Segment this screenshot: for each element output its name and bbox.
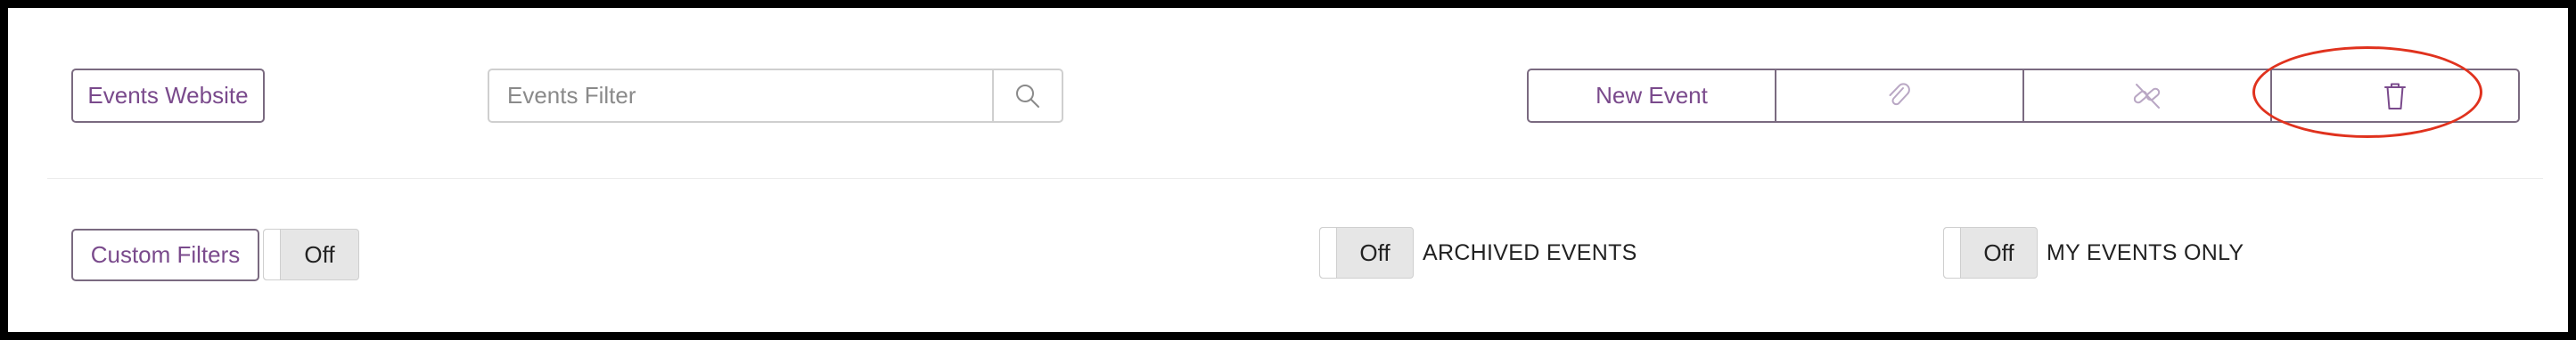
custom-filters-toggle[interactable]: Off bbox=[263, 229, 359, 280]
attach-button[interactable] bbox=[1776, 70, 2024, 121]
delete-button[interactable] bbox=[2272, 70, 2518, 121]
trash-icon bbox=[2384, 83, 2406, 109]
events-filter bbox=[488, 69, 1063, 123]
toggle-state: Off bbox=[1359, 239, 1391, 266]
toggle-knob bbox=[1944, 228, 1961, 278]
archived-events-label: ARCHIVED EVENTS bbox=[1423, 240, 1637, 265]
search-button[interactable] bbox=[992, 70, 1062, 121]
new-event-button[interactable]: New Event bbox=[1529, 70, 1776, 121]
section-divider bbox=[47, 178, 2543, 179]
events-website-button[interactable]: Events Website bbox=[71, 69, 265, 123]
paperclip-icon bbox=[1889, 82, 1910, 105]
my-events-only-toggle[interactable]: Off bbox=[1943, 227, 2038, 279]
toggle-state: Off bbox=[304, 240, 335, 268]
unlink-icon bbox=[2133, 83, 2161, 109]
toggle-state: Off bbox=[1983, 239, 2014, 266]
archived-events-toggle[interactable]: Off bbox=[1319, 227, 1414, 279]
my-events-only-label: MY EVENTS ONLY bbox=[2047, 240, 2244, 265]
events-filter-input[interactable] bbox=[489, 70, 992, 121]
custom-filters-button[interactable]: Custom Filters bbox=[71, 229, 259, 281]
unlink-button[interactable] bbox=[2024, 70, 2272, 121]
toggle-knob bbox=[1320, 228, 1337, 278]
toggle-knob bbox=[264, 230, 281, 279]
event-actions-group: New Event bbox=[1527, 69, 2520, 123]
window-frame: Events Website New Event bbox=[0, 0, 2576, 340]
search-icon bbox=[1016, 84, 1039, 108]
